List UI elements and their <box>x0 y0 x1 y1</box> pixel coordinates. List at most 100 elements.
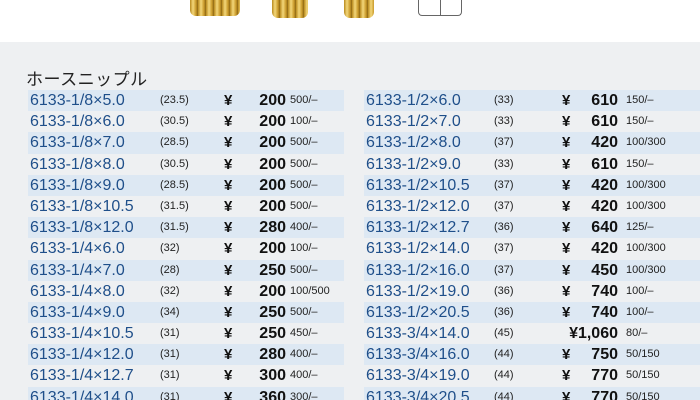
pack-quantity: 450/– <box>290 327 318 340</box>
price-value: 250 <box>259 261 286 279</box>
product-code: 6133-1/2×10.5 <box>366 176 470 194</box>
table-row: 6133-1/8×9.0 (28.5) ¥200 500/– <box>28 174 344 196</box>
table-row: 6133-1/4×10.5 (31) ¥250 450/– <box>28 323 344 344</box>
pack-quantity: 50/150 <box>626 390 660 400</box>
table-row: 6133-3/4×14.0 (45) ¥1,060 80/– <box>364 323 700 344</box>
pack-quantity: 500/– <box>290 263 318 276</box>
left-product-column: 6133-1/8×5.0 (23.5) ¥200 500/– 6133-1/8×6.0(… <box>28 90 344 400</box>
pack-quantity: 100/300 <box>626 263 666 276</box>
pack-quantity: 100/– <box>626 284 654 297</box>
price-value: 740 <box>591 282 618 300</box>
length-value: (32) <box>160 284 180 297</box>
length-value: (31) <box>160 348 180 361</box>
pack-quantity: 400/– <box>290 348 318 361</box>
pack-quantity: 100/– <box>626 305 654 318</box>
brass-nipple-image-medium <box>272 0 308 18</box>
length-value: (44) <box>494 369 514 382</box>
pack-quantity: 500/– <box>290 199 318 212</box>
pack-quantity: 500/– <box>290 178 318 191</box>
pack-quantity: 50/150 <box>626 369 660 382</box>
length-value: (33) <box>494 157 514 170</box>
price-value: 610 <box>591 113 618 131</box>
table-row: 6133-1/8×7.0 (28.5) ¥200 500/– <box>28 132 344 154</box>
product-code: 6133-3/4×20.5 <box>366 388 470 400</box>
product-code: 6133-1/8×8.0 <box>30 155 125 173</box>
price-value: 420 <box>591 197 618 215</box>
pack-quantity: 100/300 <box>626 136 666 149</box>
table-row: 6133-1/4×12.0 (31) ¥280 400/– <box>28 344 344 366</box>
dimension-diagram-icon <box>418 0 462 16</box>
product-code: 6133-1/8×9.0 <box>30 176 125 194</box>
price-value: 280 <box>259 219 286 237</box>
pack-quantity: 150/– <box>626 157 654 170</box>
table-row: 6133-1/2×8.0 (37) ¥420 100/300 <box>364 132 700 154</box>
length-value: (31.5) <box>160 199 189 212</box>
product-code: 6133-1/8×12.0 <box>30 219 134 237</box>
price-value: 360 <box>259 388 286 400</box>
product-code: 6133-1/2×6.0 <box>366 92 461 109</box>
price-value: 250 <box>259 303 286 321</box>
table-row: 6133-1/2×6.0 (33) ¥610 150/– <box>364 90 700 112</box>
length-value: (36) <box>494 221 514 234</box>
pack-quantity: 400/– <box>290 369 318 382</box>
product-code: 6133-1/8×10.5 <box>30 197 134 215</box>
pack-quantity: 100/– <box>290 242 318 255</box>
length-value: (45) <box>494 327 514 340</box>
price-value: 200 <box>259 176 286 194</box>
price-value: 450 <box>591 261 618 279</box>
product-code: 6133-1/2×7.0 <box>366 113 461 131</box>
product-code: 6133-1/2×12.7 <box>366 219 470 237</box>
table-row: 6133-3/4×19.0 (44) ¥770 50/150 <box>364 365 700 386</box>
product-code: 6133-1/4×14.0 <box>30 388 134 400</box>
product-code: 6133-1/4×10.5 <box>30 325 134 343</box>
price-value: 420 <box>591 134 618 152</box>
length-value: (28.5) <box>160 136 189 149</box>
table-row: 6133-1/2×14.0 (37) ¥420 100/300 <box>364 238 700 259</box>
table-row: 6133-1/2×20.5 (36) ¥740 100/– <box>364 301 700 324</box>
length-value: (23.5) <box>160 94 189 106</box>
pack-quantity: 500/– <box>290 94 318 106</box>
pack-quantity: 500/– <box>290 157 318 170</box>
price-value: 200 <box>259 113 286 131</box>
table-row: 6133-1/8×5.0 (23.5) ¥200 500/– <box>28 90 344 112</box>
price-value: 200 <box>259 282 286 300</box>
length-value: (28) <box>160 263 180 276</box>
product-code: 6133-1/4×7.0 <box>30 261 125 279</box>
table-row: 6133-1/8×6.0 (30.5) ¥200 100/– <box>28 111 344 132</box>
table-row: 6133-3/4×20.5 (44) ¥770 50/150 <box>364 386 700 400</box>
product-code: 6133-3/4×14.0 <box>366 325 470 343</box>
length-value: (33) <box>494 115 514 128</box>
pack-quantity: 125/– <box>626 221 654 234</box>
table-row: 6133-1/2×9.0 (33) ¥610 150/– <box>364 154 700 175</box>
table-row: 6133-1/8×10.5 (31.5) ¥200 500/– <box>28 196 344 217</box>
pack-quantity: 100/500 <box>290 284 330 297</box>
length-value: (44) <box>494 390 514 400</box>
table-row: 6133-1/2×19.0 (36) ¥740 100/– <box>364 281 700 302</box>
product-code: 6133-1/2×19.0 <box>366 282 470 300</box>
price-value: 610 <box>591 155 618 173</box>
length-value: (32) <box>160 242 180 255</box>
pack-quantity: 300/– <box>290 390 318 400</box>
table-row: 6133-1/4×6.0 (32) ¥200 100/– <box>28 238 344 259</box>
product-code: 6133-1/8×6.0 <box>30 113 125 131</box>
length-value: (44) <box>494 348 514 361</box>
table-row: 6133-1/2×16.0 (37) ¥450 100/300 <box>364 259 700 281</box>
length-value: (31) <box>160 327 180 340</box>
price-value: 770 <box>591 388 618 400</box>
table-row: 6133-1/4×14.0 (31) ¥360 300/– <box>28 386 344 400</box>
length-value: (37) <box>494 199 514 212</box>
price-value: 280 <box>259 346 286 364</box>
pack-quantity: 150/– <box>626 94 654 106</box>
price-value: 200 <box>259 197 286 215</box>
pack-quantity: 500/– <box>290 136 318 149</box>
brass-nipple-image-large <box>190 0 240 16</box>
product-code: 6133-1/8×5.0 <box>30 92 125 109</box>
product-code: 6133-1/2×9.0 <box>366 155 461 173</box>
product-code: 6133-1/4×12.0 <box>30 346 134 364</box>
price-value: 420 <box>591 176 618 194</box>
price-value: 750 <box>591 346 618 364</box>
product-code: 6133-1/4×8.0 <box>30 282 125 300</box>
price-value: 200 <box>259 240 286 258</box>
length-value: (36) <box>494 305 514 318</box>
pack-quantity: 100/– <box>290 115 318 128</box>
